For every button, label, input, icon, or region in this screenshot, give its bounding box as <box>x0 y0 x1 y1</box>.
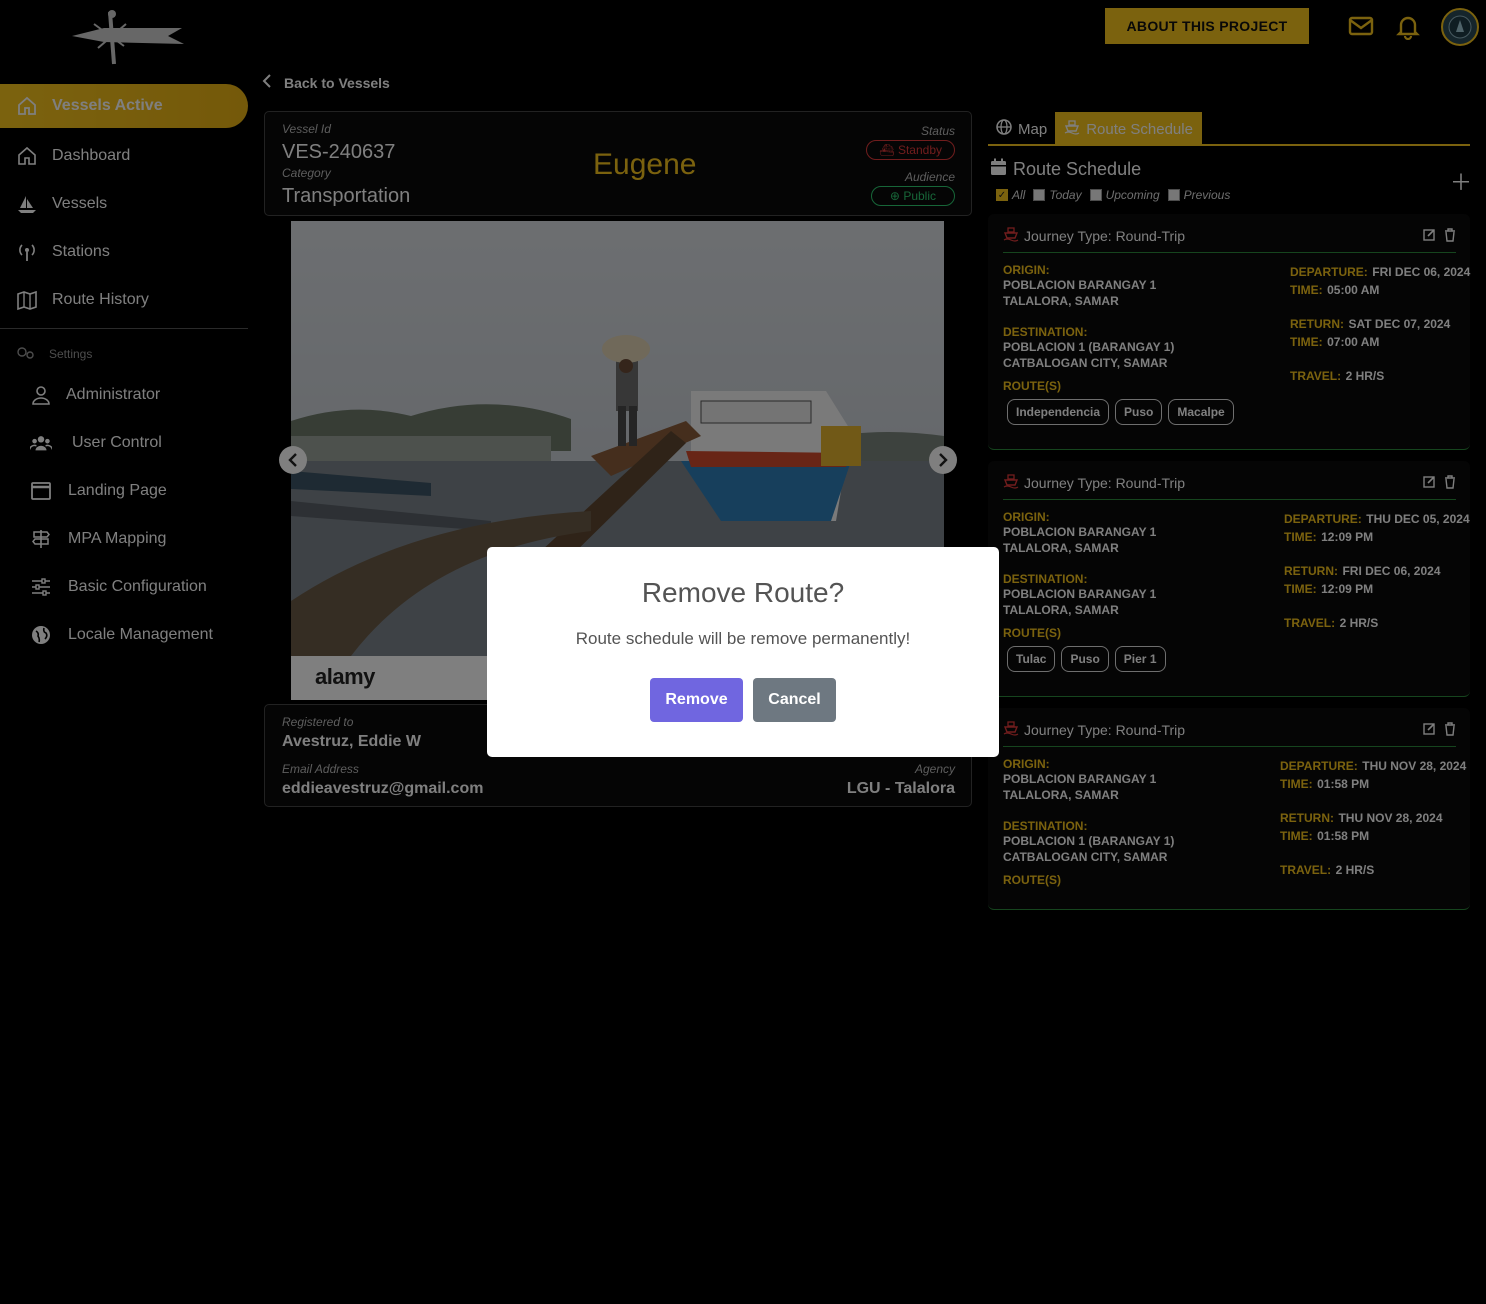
cancel-button[interactable]: Cancel <box>753 678 836 722</box>
dialog-actions: Remove Cancel <box>487 678 999 722</box>
remove-route-dialog: Remove Route? Route schedule will be rem… <box>487 547 999 757</box>
dialog-title: Remove Route? <box>641 577 845 608</box>
dialog-message: Route schedule will be remove permanentl… <box>575 629 911 648</box>
app-root: ABOUT THIS PROJECT Vessels Active Dashbo… <box>0 0 1486 1304</box>
remove-button[interactable]: Remove <box>650 678 743 722</box>
